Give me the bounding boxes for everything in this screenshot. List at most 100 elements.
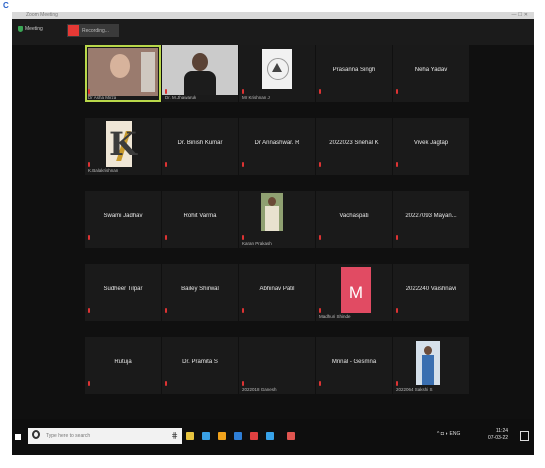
participant-name: Prasanna Singh [332,67,376,73]
participant-label: 2022018 Ganesh [242,387,277,392]
participant-name: Vachaspati [339,213,369,219]
participant-name: Sudheer Tilpar [103,286,143,292]
participant-initial-avatar: M [341,267,371,313]
security-indicator[interactable]: Meeting [18,26,43,32]
muted-mic-icon [396,162,398,167]
participant-tile[interactable]: Vivek Jagtap [393,118,469,175]
muted-mic-icon [165,162,167,167]
muted-mic-icon [242,162,244,167]
participant-tile[interactable]: Swami Jadhav [85,191,161,248]
taskbar-app-icon[interactable] [202,432,210,440]
cortana-circle-icon [32,430,40,439]
recording-label: Recording... [82,27,109,34]
taskbar-app-icon[interactable] [250,432,258,440]
windows-start-icon[interactable] [15,434,21,440]
participant-tile[interactable]: Rutuja [85,337,161,394]
task-view-icon[interactable]: ⋕ [171,431,178,440]
participant-name: 2022240 Vaishnavi [405,286,457,292]
muted-mic-icon [319,89,321,94]
participant-tile[interactable]: Bailey Shirwal [162,264,238,321]
participant-tile[interactable]: Vachaspati [316,191,392,248]
clock-date: 07-03-22 [488,435,509,441]
muted-mic-icon [165,381,167,386]
window-controls[interactable]: — ☐ ✕ [512,12,528,18]
muted-mic-icon [242,381,244,386]
tray-icons[interactable]: ^ ◘ ◗ ENG [437,431,460,437]
participant-tile[interactable]: Sudheer Tilpar [85,264,161,321]
muted-mic-icon [242,89,244,94]
notification-icon[interactable] [520,431,529,441]
participant-name: Dr. Pramita S [182,359,218,365]
participant-k-picture: K [106,121,137,167]
muted-mic-icon [242,235,244,240]
gallery-grid: Dr Asha Mirza Dr. M.Jhawaruk Mr Krishnan J… [12,45,534,419]
muted-mic-icon [165,89,167,94]
participant-photo [261,193,283,231]
taskbar-app-icon[interactable] [218,432,226,440]
security-label: Meeting [25,26,43,32]
participant-name: 20227093 Mayan... [405,213,457,219]
muted-mic-icon [396,381,398,386]
participant-name: Abhinav Patil [259,286,295,292]
taskbar-clock[interactable]: 11:24 07-03-22 [488,428,508,442]
taskbar-search-box[interactable]: Type here to search ⋕ [28,428,182,444]
participant-label: Madhuri Shinde [319,314,351,319]
participant-tile[interactable]: Mr Krishnan J [239,45,315,102]
taskbar-app-icon[interactable] [234,432,242,440]
participant-tile[interactable]: 2022064 Sakshi S [393,337,469,394]
muted-mic-icon [165,235,167,240]
muted-mic-icon [319,162,321,167]
participant-tile[interactable]: Neha Yadav [393,45,469,102]
system-tray[interactable]: ^ ◘ ◗ ENG [437,431,460,437]
record-icon [68,25,79,36]
participant-label: Dr. M.Jhawaruk [165,95,197,100]
muted-mic-icon [396,89,398,94]
participant-tile[interactable]: 2022023 Snehal K [316,118,392,175]
participant-tile[interactable]: M Madhuri Shinde [316,264,392,321]
participant-tile[interactable]: 2022240 Vaishnavi [393,264,469,321]
participant-logo-picture [262,49,292,89]
taskbar-app-icon[interactable] [186,432,194,440]
participant-name: Bailey Shirwal [181,286,219,292]
participant-tile[interactable]: Mrinal - Gesmna [316,337,392,394]
meeting-topbar: Meeting Recording... [12,19,534,45]
taskbar-app-icon[interactable] [287,432,295,440]
participant-label: Dr Asha Mirza [88,95,117,100]
clock-time: 11:24 [495,428,509,434]
muted-mic-icon [88,89,90,94]
recording-indicator[interactable]: Recording... [67,24,119,37]
participant-name: Swami Jadhav [103,213,143,219]
participant-tile[interactable]: Rohit Varma [162,191,238,248]
participant-tile[interactable]: Dr. Pramita S [162,337,238,394]
participant-tile[interactable]: K K.Balakrishnan [85,118,161,175]
participant-video [162,45,238,95]
participant-name: Rutuja [114,359,132,365]
participant-tile[interactable]: Prasanna Singh [316,45,392,102]
participant-label: Mr Krishnan J [242,95,270,100]
participant-tile[interactable]: Dr Asha Mirza [85,45,161,102]
participant-label: Karan Prakash [242,241,272,246]
participant-tile[interactable]: Abhinav Patil [239,264,315,321]
muted-mic-icon [165,308,167,313]
muted-mic-icon [88,162,90,167]
muted-mic-icon [88,308,90,313]
participant-video [88,48,158,96]
title-bar: Zoom Meeting — ☐ ✕ [12,12,534,19]
taskbar-app-icon[interactable] [266,432,274,440]
muted-mic-icon [319,308,321,313]
muted-mic-icon [396,308,398,313]
search-placeholder: Type here to search [46,433,91,439]
participant-tile[interactable]: Karan Prakash [239,191,315,248]
muted-mic-icon [88,381,90,386]
participant-name: Rohit Varma [183,213,217,219]
muted-mic-icon [242,308,244,313]
participant-tile[interactable]: 2022018 Ganesh [239,337,315,394]
participant-label: 2022064 Sakshi S [396,387,433,392]
participant-tile[interactable]: 20227093 Mayan... [393,191,469,248]
windows-taskbar: Type here to search ⋕ ^ ◘ ◗ ENG 11:24 07… [12,419,534,455]
participant-tile[interactable]: Dr Annashwar. R [239,118,315,175]
participant-name: 2022023 Snehal K [329,140,379,146]
participant-tile[interactable]: Dr. Binish Kumar [162,118,238,175]
participant-tile[interactable]: Dr. M.Jhawaruk [162,45,238,102]
muted-mic-icon [319,235,321,240]
